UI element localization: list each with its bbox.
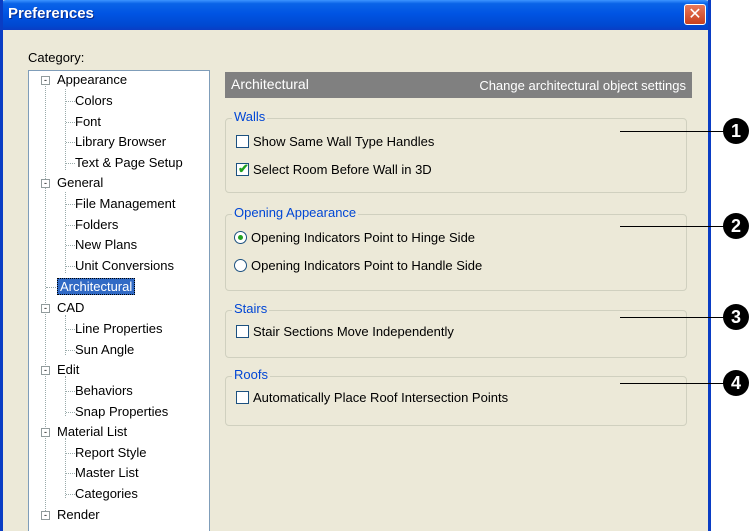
tree-item-colors[interactable]: Colors	[73, 92, 115, 110]
panel-header: Architectural Change architectural objec…	[225, 72, 692, 98]
tree-item-label: Architectural	[57, 278, 136, 295]
tree-item-label: Library Browser	[75, 134, 167, 149]
tree-item-master-list[interactable]: Master List	[73, 464, 141, 482]
radio-label: Opening Indicators Point to Hinge Side	[251, 230, 476, 245]
tree-item-text-page-setup[interactable]: Text & Page Setup	[73, 154, 185, 172]
tree-item-label: Appearance	[57, 72, 128, 87]
checkbox-unchecked[interactable]	[236, 135, 249, 148]
tree-item-material-list[interactable]: - Material List	[41, 423, 129, 441]
radio-selected[interactable]	[234, 231, 247, 244]
checkbox-unchecked[interactable]	[236, 325, 249, 338]
checkbox-label: Select Room Before Wall in 3D	[253, 162, 432, 177]
walls-group-title: Walls	[232, 109, 268, 124]
tree-item-label: Line Properties	[75, 321, 163, 336]
tree-item-report-style[interactable]: Report Style	[73, 444, 149, 462]
collapse-icon[interactable]: -	[41, 76, 50, 85]
category-label: Category:	[28, 50, 85, 65]
tree-connector	[65, 376, 66, 416]
collapse-icon[interactable]: -	[41, 428, 50, 437]
callout-1: 1	[723, 118, 749, 144]
tree-item-snap-properties[interactable]: Snap Properties	[73, 403, 170, 421]
collapse-icon[interactable]: -	[41, 511, 50, 520]
title-bar[interactable]: Preferences ✕	[3, 0, 708, 30]
tree-item-line-properties[interactable]: Line Properties	[73, 320, 164, 338]
tree-item-label: Text & Page Setup	[75, 155, 183, 170]
tree-item-label: Unit Conversions	[75, 258, 174, 273]
tree-item-label: Report Style	[75, 445, 147, 460]
tree-item-label: Colors	[75, 93, 113, 108]
tree-item-unit-conversions[interactable]: Unit Conversions	[73, 257, 176, 275]
collapse-icon[interactable]: -	[41, 179, 50, 188]
callout-line	[620, 383, 726, 384]
tree-item-render[interactable]: - Render	[41, 506, 102, 524]
preferences-window: Preferences ✕ Category: - Appearance Col…	[0, 0, 711, 531]
panel-title: Architectural	[231, 76, 309, 92]
callout-3: 3	[723, 304, 749, 330]
tree-item-categories[interactable]: Categories	[73, 485, 140, 503]
checkbox-label: Stair Sections Move Independently	[253, 324, 454, 339]
tree-item-label: Behaviors	[75, 383, 133, 398]
tree-item-label: Sun Angle	[75, 342, 135, 357]
opening-handle-radio[interactable]: Opening Indicators Point to Handle Side	[234, 258, 482, 274]
radio-label: Opening Indicators Point to Handle Side	[251, 258, 483, 273]
callout-line	[620, 131, 726, 132]
tree-item-architectural[interactable]: Architectural	[57, 278, 136, 296]
opening-hinge-radio[interactable]: Opening Indicators Point to Hinge Side	[234, 230, 475, 246]
callout-line	[620, 226, 726, 227]
auto-place-roof-points-checkbox[interactable]: Automatically Place Roof Intersection Po…	[236, 390, 508, 406]
tree-item-label: CAD	[57, 300, 85, 315]
callout-4: 4	[723, 370, 749, 396]
tree-item-label: Render	[57, 507, 100, 522]
tree-item-folders[interactable]: Folders	[73, 216, 120, 234]
callout-line	[620, 317, 726, 318]
category-tree[interactable]: - Appearance Colors Font Library Browser…	[28, 70, 210, 531]
tree-item-new-plans[interactable]: New Plans	[73, 236, 139, 254]
close-icon: ✕	[688, 4, 702, 23]
close-button[interactable]: ✕	[684, 4, 706, 25]
checkbox-unchecked[interactable]	[236, 391, 249, 404]
checkbox-label: Show Same Wall Type Handles	[253, 134, 435, 149]
tree-item-label: General	[57, 175, 104, 190]
tree-item-library-browser[interactable]: Library Browser	[73, 133, 168, 151]
tree-item-label: Categories	[75, 486, 138, 501]
tree-item-label: Material List	[57, 424, 128, 439]
tree-item-cad[interactable]: - CAD	[41, 299, 86, 317]
roofs-group-title: Roofs	[232, 367, 270, 382]
checkbox-checked[interactable]: ✔	[236, 161, 249, 176]
tree-item-general[interactable]: - General	[41, 174, 105, 192]
stairs-group-title: Stairs	[232, 301, 270, 316]
tree-item-label: Snap Properties	[75, 404, 169, 419]
window-title: Preferences	[8, 5, 94, 22]
tree-item-edit[interactable]: - Edit	[41, 361, 81, 379]
opening-appearance-group-title: Opening Appearance	[232, 205, 359, 220]
collapse-icon[interactable]: -	[41, 304, 50, 313]
tree-item-sun-angle[interactable]: Sun Angle	[73, 341, 136, 359]
show-same-wall-handles-checkbox[interactable]: Show Same Wall Type Handles	[236, 134, 434, 150]
tree-item-file-management[interactable]: File Management	[73, 195, 177, 213]
stair-sections-checkbox[interactable]: Stair Sections Move Independently	[236, 324, 454, 340]
tree-item-label: File Management	[75, 196, 176, 211]
radio-unselected[interactable]	[234, 259, 247, 272]
opening-appearance-group	[225, 214, 687, 291]
collapse-icon[interactable]: -	[41, 366, 50, 375]
checkbox-label: Automatically Place Roof Intersection Po…	[253, 390, 509, 405]
tree-item-label: Folders	[75, 217, 119, 232]
callout-2: 2	[723, 213, 749, 239]
checkmark-icon: ✔	[238, 161, 249, 176]
tree-connector	[65, 315, 66, 355]
tree-connector	[65, 438, 66, 498]
panel-description: Change architectural object settings	[479, 78, 686, 93]
tree-item-behaviors[interactable]: Behaviors	[73, 382, 135, 400]
tree-item-label: Edit	[57, 362, 80, 377]
walls-group	[225, 118, 687, 193]
tree-item-label: Font	[75, 114, 102, 129]
tree-item-label: Master List	[75, 465, 139, 480]
select-room-before-wall-checkbox[interactable]: ✔ Select Room Before Wall in 3D	[236, 161, 432, 178]
tree-item-font[interactable]: Font	[73, 113, 103, 131]
tree-item-appearance[interactable]: - Appearance	[41, 71, 129, 89]
tree-item-label: New Plans	[75, 237, 138, 252]
radio-dot-icon	[238, 235, 243, 240]
